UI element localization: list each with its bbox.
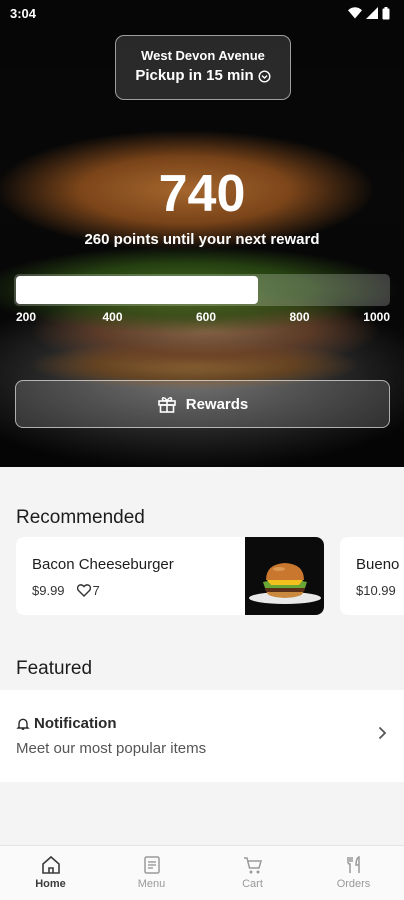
progress-tick-label: 400 xyxy=(102,310,123,324)
hero-burger-image: 3:04 West Devon Avenue Pickup in 15 min … xyxy=(0,0,404,467)
nav-cart-label: Cart xyxy=(242,878,263,890)
nav-home-label: Home xyxy=(35,878,66,890)
points-remaining-text: 260 points until your next reward xyxy=(84,231,320,248)
pickup-time: Pickup in 15 min xyxy=(135,67,254,84)
item-name: Bueno xyxy=(356,556,400,573)
notification-subtitle: Meet our most popular items xyxy=(16,740,207,757)
item-meta: $10.99 xyxy=(356,583,396,598)
bell-icon xyxy=(16,718,30,730)
app-screen: 3:04 West Devon Avenue Pickup in 15 min … xyxy=(0,0,404,900)
chevron-right-icon xyxy=(378,726,387,740)
featured-notification-row[interactable]: Notification Meet our most popular items xyxy=(0,690,404,782)
heart-icon xyxy=(76,584,91,597)
nav-orders[interactable]: Orders xyxy=(303,846,404,900)
wifi-icon xyxy=(348,7,362,19)
item-likes[interactable]: 7 xyxy=(76,583,100,598)
home-icon xyxy=(41,855,60,874)
item-price: $9.99 xyxy=(32,583,65,598)
nav-cart[interactable]: Cart xyxy=(202,846,303,900)
status-time: 3:04 xyxy=(10,5,37,21)
rewards-progress-bar xyxy=(14,274,390,306)
notification-title: Notification xyxy=(34,715,117,732)
progress-tick-label: 600 xyxy=(196,310,217,324)
item-meta: $9.99 7 xyxy=(32,583,100,598)
chevron-down-circle-icon xyxy=(258,69,271,83)
nav-menu[interactable]: Menu xyxy=(101,846,202,900)
progress-tick-label: 200 xyxy=(16,310,37,324)
bottom-navigation: Home Menu Cart Orders xyxy=(0,845,404,900)
menu-icon xyxy=(143,856,160,874)
progress-tick-labels: 200 400 600 800 1000 xyxy=(14,310,390,326)
points-balance: 740 xyxy=(158,165,246,223)
rewards-button-label: Rewards xyxy=(185,395,249,413)
rewards-button[interactable]: Rewards xyxy=(15,380,390,428)
progress-tick-label: 1000 xyxy=(363,310,390,324)
rewards-progress-fill xyxy=(16,276,258,304)
notification-title-row: Notification xyxy=(16,715,117,732)
item-image xyxy=(245,537,324,615)
store-name: West Devon Avenue xyxy=(141,48,265,63)
nav-menu-label: Menu xyxy=(137,878,166,890)
recommended-item-card[interactable]: Bacon Cheeseburger $9.99 7 xyxy=(16,537,324,615)
nav-orders-label: Orders xyxy=(336,878,371,890)
recommended-item-card[interactable]: Bueno $10.99 xyxy=(340,537,404,615)
status-icons xyxy=(348,6,390,20)
item-name: Bacon Cheeseburger xyxy=(32,556,174,573)
pickup-time-row: Pickup in 15 min xyxy=(116,65,290,87)
recommended-heading: Recommended xyxy=(16,507,145,528)
featured-heading: Featured xyxy=(16,658,93,679)
cart-icon xyxy=(243,857,262,874)
burger-image xyxy=(249,563,321,604)
item-price: $10.99 xyxy=(356,583,396,598)
pickup-location-selector[interactable]: West Devon Avenue Pickup in 15 min xyxy=(115,35,291,100)
signal-icon xyxy=(366,7,378,19)
status-bar: 3:04 xyxy=(0,0,404,26)
nav-home[interactable]: Home xyxy=(0,846,101,900)
gift-icon xyxy=(157,397,176,413)
item-likes-count: 7 xyxy=(92,583,100,598)
orders-icon xyxy=(346,855,360,873)
battery-icon xyxy=(382,6,390,19)
progress-tick-label: 800 xyxy=(289,310,310,324)
